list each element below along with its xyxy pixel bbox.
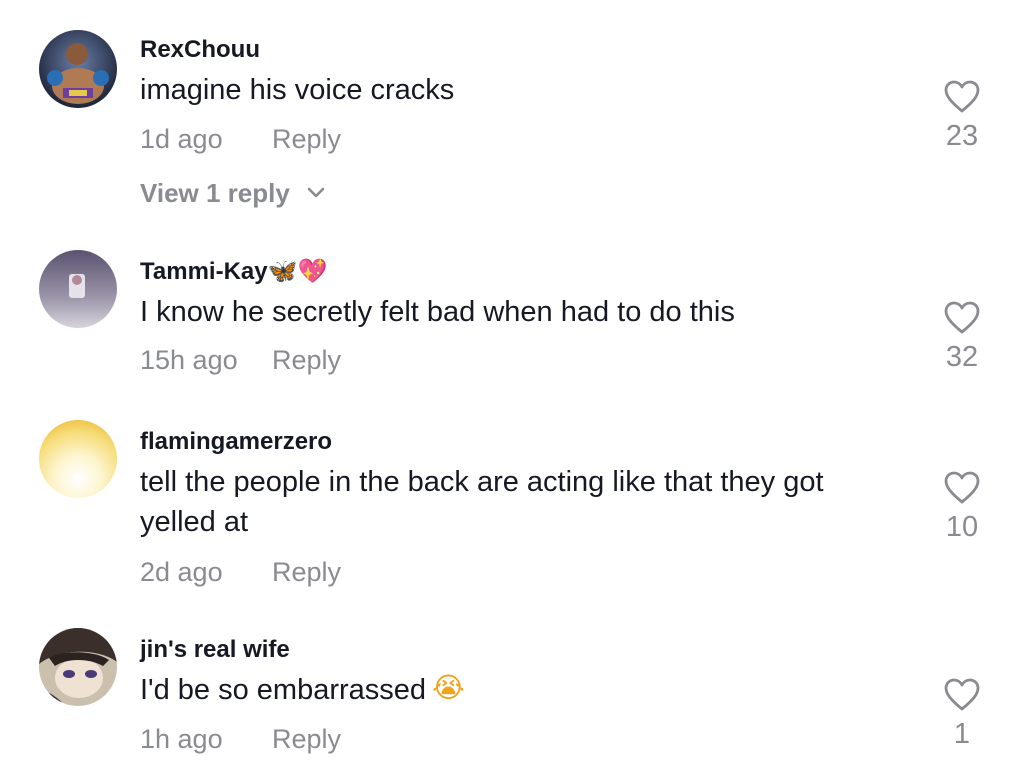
heart-icon[interactable] bbox=[944, 301, 980, 335]
heart-icon[interactable] bbox=[944, 678, 980, 712]
like-control: 32 bbox=[936, 301, 988, 374]
reply-button[interactable]: Reply bbox=[272, 724, 341, 755]
reply-button[interactable]: Reply bbox=[272, 557, 341, 588]
username[interactable]: RexChouu bbox=[140, 36, 260, 64]
comment-meta: 1h ago Reply bbox=[140, 724, 341, 755]
heart-icon[interactable] bbox=[944, 471, 980, 505]
heart-icon[interactable] bbox=[944, 80, 980, 114]
avatar[interactable] bbox=[39, 250, 117, 328]
comment-meta: 2d ago Reply bbox=[140, 557, 341, 588]
username[interactable]: Tammi-Kay🦋💖 bbox=[140, 257, 327, 286]
chevron-down-icon bbox=[307, 187, 325, 198]
view-replies-button[interactable]: View 1 reply bbox=[140, 178, 325, 209]
like-count: 32 bbox=[945, 341, 979, 373]
like-count: 1 bbox=[953, 718, 971, 750]
username-emoji: 🦋💖 bbox=[267, 257, 328, 285]
anime-avatar-icon bbox=[39, 628, 117, 706]
comment-meta: 15h ago Reply bbox=[140, 345, 341, 376]
like-control: 10 bbox=[936, 471, 988, 544]
crying-emoji-icon: 😭 bbox=[432, 671, 465, 705]
username[interactable]: jin's real wife bbox=[140, 636, 290, 664]
like-count: 10 bbox=[945, 511, 979, 543]
timestamp: 1h ago bbox=[140, 724, 223, 754]
username[interactable]: flamingamerzero bbox=[140, 428, 332, 456]
timestamp: 15h ago bbox=[140, 345, 238, 375]
reply-button[interactable]: Reply bbox=[272, 345, 341, 376]
avatar[interactable] bbox=[39, 628, 117, 706]
avatar[interactable] bbox=[39, 420, 117, 498]
boxer-avatar-icon bbox=[39, 30, 117, 108]
photo-avatar-icon bbox=[39, 250, 117, 328]
comment-meta: 1d ago Reply bbox=[140, 124, 341, 155]
timestamp: 1d ago bbox=[140, 124, 223, 154]
comment-text: I know he secretly felt bad when had to … bbox=[140, 296, 735, 328]
like-count: 23 bbox=[945, 120, 979, 152]
comment-text: imagine his voice cracks bbox=[140, 74, 455, 106]
like-control: 1 bbox=[936, 678, 988, 751]
reply-button[interactable]: Reply bbox=[272, 124, 341, 155]
comment-text: tell the people in the back are acting l… bbox=[140, 466, 824, 538]
comment-text: I'd be so embarrassed 😭 bbox=[140, 670, 880, 710]
sunset-avatar-icon bbox=[39, 420, 117, 498]
timestamp: 2d ago bbox=[140, 557, 223, 587]
avatar[interactable] bbox=[39, 30, 117, 108]
like-control: 23 bbox=[936, 80, 988, 153]
